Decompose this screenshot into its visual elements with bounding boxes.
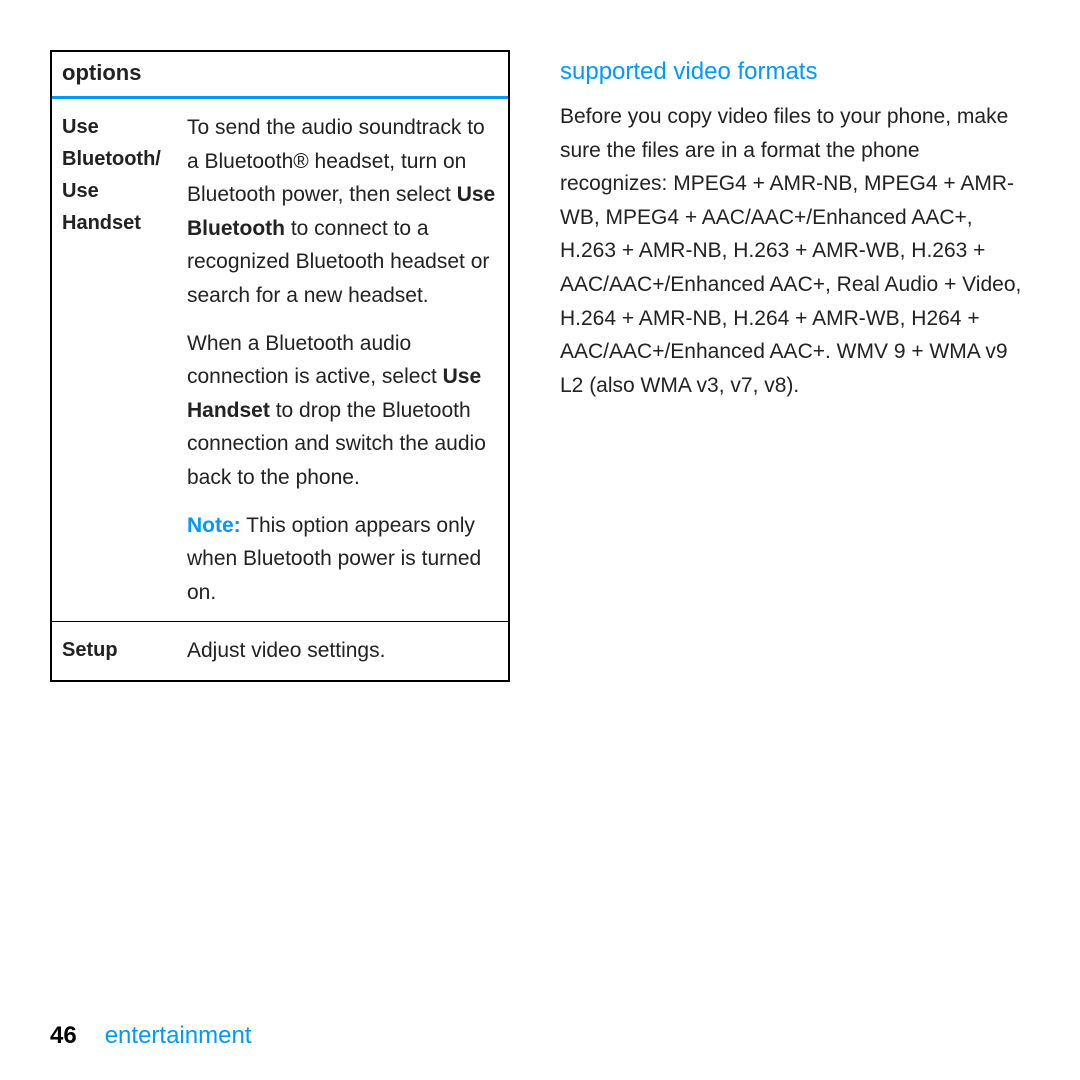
two-column-layout: options Use Bluetooth/ Use Handset To se… <box>50 50 1030 682</box>
section-heading: supported video formats <box>560 58 1030 86</box>
option-label-line: Setup <box>62 639 118 661</box>
option-paragraph: To send the audio soundtrack to a Blueto… <box>187 111 498 313</box>
table-row: Setup Adjust video settings. <box>52 621 508 680</box>
page: options Use Bluetooth/ Use Handset To se… <box>0 0 1080 1080</box>
body-text: Before you copy video files to your phon… <box>560 100 1030 402</box>
left-column: options Use Bluetooth/ Use Handset To se… <box>50 50 510 682</box>
option-description: To send the audio soundtrack to a Blueto… <box>183 99 508 621</box>
options-table: options Use Bluetooth/ Use Handset To se… <box>50 50 510 682</box>
page-number: 46 <box>50 1022 77 1049</box>
option-label-line: Use Bluetooth/ <box>62 116 161 170</box>
option-paragraph: Note: This option appears only when Blue… <box>187 509 498 610</box>
options-table-header: options <box>52 52 508 99</box>
options-title: options <box>62 60 141 85</box>
option-label: Use Bluetooth/ Use Handset <box>52 99 183 621</box>
table-row: Use Bluetooth/ Use Handset To send the a… <box>52 99 508 621</box>
page-footer: 46 entertainment <box>50 1022 251 1050</box>
option-label: Setup <box>52 622 183 680</box>
section-name: entertainment <box>105 1022 252 1049</box>
option-paragraph: When a Bluetooth audio connection is act… <box>187 327 498 495</box>
option-description: Adjust video settings. <box>183 622 508 680</box>
note-prefix: Note: <box>187 514 241 537</box>
right-column: supported video formats Before you copy … <box>560 50 1030 682</box>
option-label-line: Use Handset <box>62 180 141 234</box>
